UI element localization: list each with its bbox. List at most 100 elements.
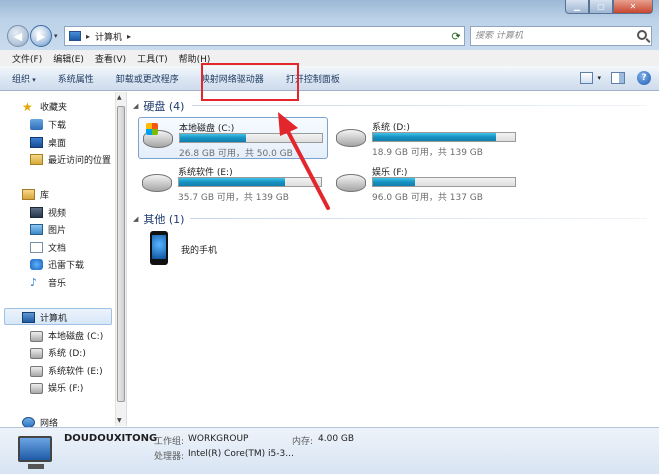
sidebar-item-recent[interactable]: 最近访问的位置 [30, 153, 111, 166]
sidebar-label: 本地磁盘 (C:) [48, 332, 104, 342]
menu-view[interactable]: 查看(V) [95, 52, 126, 65]
recent-pages-dropdown[interactable]: ▾ [54, 32, 58, 40]
drive-usage-bar [372, 177, 516, 187]
drive-tile-d[interactable]: 系统 (D:) 18.9 GB 可用，共 139 GB [332, 117, 522, 159]
hard-drive-icon [336, 174, 366, 192]
sidebar-item-libraries[interactable]: 库 [22, 188, 49, 201]
refresh-icon[interactable]: ⟳ [448, 28, 464, 44]
drive-usage-fill [179, 178, 285, 186]
hard-drive-icon [336, 129, 366, 147]
group-title: 硬盘 (4) [143, 100, 185, 113]
back-button[interactable]: ◀ [7, 25, 29, 47]
sidebar-item-pictures[interactable]: 图片 [30, 223, 66, 236]
scrollbar-thumb[interactable] [117, 106, 125, 402]
view-dropdown-icon[interactable]: ▾ [597, 74, 601, 82]
hard-drive-icon [142, 174, 172, 192]
annotation-highlight-box [201, 63, 299, 101]
sidebar-label: 下载 [48, 121, 67, 131]
sidebar-item-music[interactable]: ♪ 音乐 [30, 276, 66, 289]
close-button[interactable]: ✕ [613, 0, 653, 14]
forward-button[interactable]: ▶ [30, 25, 52, 47]
uninstall-program-button[interactable]: 卸载或更改程序 [116, 72, 179, 85]
sidebar-item-favorites[interactable]: ★ 收藏夹 [22, 100, 67, 113]
group-header-hdd[interactable]: ◢ 硬盘 (4) [133, 98, 184, 114]
search-input[interactable] [475, 31, 635, 41]
address-bar[interactable]: ▸ 计算机 ▸ ▾ [64, 26, 465, 46]
sidebar-item-drive-e[interactable]: 系统软件 (E:) [30, 364, 103, 377]
hard-drive-icon [30, 366, 43, 377]
download-folder-icon [30, 119, 43, 130]
drive-usage-fill [180, 134, 246, 142]
drive-usage-fill [373, 133, 496, 141]
sidebar-label: 图片 [48, 226, 67, 236]
sidebar-item-computer[interactable]: 计算机 [22, 311, 67, 324]
picture-library-icon [30, 224, 43, 235]
sidebar-label: 系统软件 (E:) [48, 367, 103, 377]
sidebar-item-downloads[interactable]: 下载 [30, 118, 66, 131]
recent-places-icon [30, 154, 43, 165]
window-chrome: ▁ ▢ ✕ ◀ ▶ ▾ ▸ 计算机 ▸ ▾ ⟳ [0, 0, 659, 50]
sidebar-item-documents[interactable]: 文档 [30, 241, 66, 254]
menu-bar: 文件(F) 编辑(E) 查看(V) 工具(T) 帮助(H) [0, 50, 659, 66]
sidebar-item-drive-d[interactable]: 系统 (D:) [30, 346, 86, 359]
menu-tools[interactable]: 工具(T) [137, 52, 168, 65]
search-icon[interactable] [637, 30, 647, 40]
preview-pane-icon[interactable] [611, 72, 625, 84]
drive-space-info: 18.9 GB 可用，共 139 GB [372, 148, 483, 158]
xunlei-icon [30, 259, 43, 270]
details-pane: DOUDOUXITONG 工作组: WORKGROUP 内存: 4.00 GB … [0, 427, 659, 474]
breadcrumb-chevron-icon[interactable]: ▸ [127, 32, 131, 41]
system-properties-button[interactable]: 系统属性 [58, 72, 94, 85]
menu-edit[interactable]: 编辑(E) [53, 52, 84, 65]
hard-drive-icon [30, 331, 43, 342]
memory-value: 4.00 GB [318, 434, 355, 444]
maximize-button[interactable]: ▢ [589, 0, 613, 14]
drive-usage-fill [373, 178, 416, 186]
navigation-pane: ★ 收藏夹 下载 桌面 最近访问的位置 库 视频 图片 文档 迅雷下载 ♪ 音乐 计… [0, 92, 127, 429]
minimize-button[interactable]: ▁ [565, 0, 589, 14]
drive-tile-f[interactable]: 娱乐 (F:) 96.0 GB 可用，共 137 GB [332, 162, 522, 204]
system-drive-icon [143, 123, 173, 148]
desktop-icon [30, 137, 43, 148]
group-divider [192, 105, 647, 106]
command-bar: 组织 系统属性 卸载或更改程序 映射网络驱动器 打开控制面板 ▾ ? [0, 66, 659, 91]
mobile-phone-icon [150, 231, 168, 265]
phone-device-tile[interactable] [146, 229, 174, 271]
memory-label: 内存: [292, 437, 314, 447]
change-view-icon[interactable] [580, 72, 594, 84]
sidebar-item-videos[interactable]: 视频 [30, 206, 66, 219]
drive-usage-bar [372, 132, 516, 142]
sidebar-item-drive-f[interactable]: 娱乐 (F:) [30, 381, 83, 394]
hard-drive-icon [30, 383, 43, 394]
workgroup-label: 工作组: [154, 437, 185, 447]
group-header-other[interactable]: ◢ 其他 (1) [133, 211, 184, 227]
group-divider [190, 218, 647, 219]
group-title: 其他 (1) [143, 213, 185, 226]
sidebar-label: 迅雷下载 [48, 261, 85, 271]
collapse-triangle-icon[interactable]: ◢ [133, 102, 138, 110]
computer-icon [69, 31, 81, 41]
computer-icon [18, 436, 52, 469]
breadcrumb-chevron-icon[interactable]: ▸ [86, 32, 90, 41]
window-controls: ▁ ▢ ✕ [565, 0, 653, 14]
sidebar-scrollbar[interactable]: ▲ ▼ [115, 92, 126, 426]
sidebar-label: 视频 [48, 209, 67, 219]
breadcrumb-computer[interactable]: 计算机 [95, 30, 122, 43]
help-icon[interactable]: ? [637, 71, 651, 85]
drive-space-info: 96.0 GB 可用，共 137 GB [372, 193, 483, 203]
organize-button[interactable]: 组织 [12, 72, 36, 85]
search-box[interactable] [470, 26, 652, 46]
sidebar-item-drive-c[interactable]: 本地磁盘 (C:) [30, 329, 103, 342]
scroll-down-icon[interactable]: ▼ [117, 417, 122, 424]
sidebar-label: 文档 [48, 244, 67, 254]
sidebar-item-desktop[interactable]: 桌面 [30, 136, 66, 149]
collapse-triangle-icon[interactable]: ◢ [133, 215, 138, 223]
phone-device-label[interactable]: 我的手机 [181, 243, 217, 256]
menu-file[interactable]: 文件(F) [12, 52, 42, 65]
sidebar-item-xunlei[interactable]: 迅雷下载 [30, 258, 84, 271]
sidebar-label: 音乐 [48, 279, 67, 289]
sidebar-label: 库 [40, 191, 50, 201]
scroll-up-icon[interactable]: ▲ [117, 94, 122, 101]
annotation-arrow-icon [278, 112, 330, 210]
cpu-value: Intel(R) Core(TM) i5-3... [188, 449, 294, 459]
